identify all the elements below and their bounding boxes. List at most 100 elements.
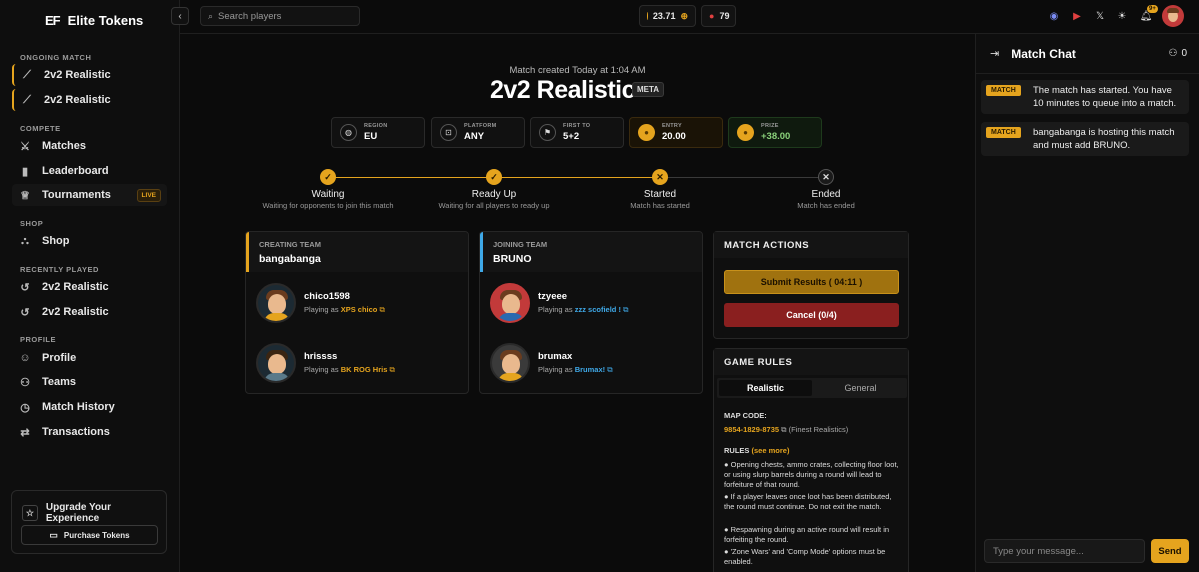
player-row[interactable]: chico1598 Playing as XPS chico ⧉ bbox=[256, 283, 385, 323]
section-ongoing: ONGOING MATCH bbox=[20, 53, 92, 62]
collapse-chat-icon[interactable]: ⇥ bbox=[990, 47, 999, 60]
match-main: Match created Today at 1:04 AM 2v2 Reali… bbox=[180, 34, 975, 572]
sidebar-item-transactions[interactable]: ⇄ Transactions bbox=[12, 421, 167, 443]
points-pill[interactable]: ● 79 bbox=[701, 5, 736, 27]
chat-input[interactable]: Type your message... bbox=[984, 539, 1145, 563]
player-row[interactable]: hrissss Playing as BK ROG Hris ⧉ bbox=[256, 343, 395, 383]
cancel-button[interactable]: Cancel (0/4) bbox=[724, 303, 899, 327]
coin-icon: ● bbox=[638, 124, 655, 141]
submit-results-button[interactable]: Submit Results ( 04:11 ) bbox=[724, 270, 899, 294]
upgrade-card: ☆ Upgrade Your Experience ▭ Purchase Tok… bbox=[11, 490, 167, 554]
info-value: 5+2 bbox=[563, 131, 580, 142]
copy-icon[interactable]: ⧉ bbox=[623, 305, 628, 314]
playing-as-label: Playing as bbox=[304, 305, 339, 314]
brand[interactable]: EF Elite Tokens bbox=[45, 13, 143, 28]
x-twitter-icon[interactable]: 𝕏 bbox=[1092, 8, 1108, 24]
joining-team-card: JOINING TEAM BRUNO tzyeee Playing as zzz… bbox=[479, 231, 703, 394]
sidebar-item-teams[interactable]: ⚇ Teams bbox=[12, 371, 167, 393]
search-icon: ⌕ bbox=[208, 10, 214, 21]
info-platform: ⊡ PLATFORM ANY bbox=[431, 117, 525, 148]
send-button[interactable]: Send bbox=[1151, 539, 1189, 563]
sidebar-item-leaderboard[interactable]: ▮ Leaderboard bbox=[12, 160, 167, 182]
tab-realistic[interactable]: Realistic bbox=[719, 380, 812, 396]
copy-icon[interactable]: ⧉ bbox=[389, 365, 394, 374]
sidebar-item-label: Matches bbox=[42, 140, 87, 152]
info-prize: ● PRIZE +38.00 bbox=[728, 117, 822, 148]
message-tag: MATCH bbox=[986, 127, 1021, 138]
team-name: bangabanga bbox=[259, 253, 321, 265]
star-icon: ☆ bbox=[22, 505, 38, 521]
map-code-label: MAP CODE: bbox=[724, 411, 767, 420]
users-icon: ⚇ bbox=[1168, 48, 1178, 59]
player-row[interactable]: tzyeee Playing as zzz scofield ! ⧉ bbox=[490, 283, 628, 323]
step-sub: Match has started bbox=[630, 201, 690, 210]
sidebar-item-shop[interactable]: ⛬ Shop bbox=[12, 230, 167, 252]
youtube-icon[interactable]: ▶ bbox=[1069, 8, 1085, 24]
player-row[interactable]: brumax Playing as Brumax! ⧉ bbox=[490, 343, 613, 383]
purchase-tokens-button[interactable]: ▭ Purchase Tokens bbox=[21, 525, 158, 545]
globe-icon: ◍ bbox=[340, 124, 357, 141]
sidebar-item-label: 2v2 Realistic bbox=[42, 281, 109, 293]
see-more-link[interactable]: (see more) bbox=[752, 446, 790, 455]
history-icon: ↺ bbox=[20, 281, 30, 294]
transfer-icon: ⇄ bbox=[20, 426, 30, 439]
step-title: Ready Up bbox=[471, 189, 517, 200]
info-value: EU bbox=[364, 131, 378, 142]
card-icon: ▭ bbox=[49, 529, 58, 540]
copy-icon[interactable]: ⧉ bbox=[781, 425, 786, 434]
flag-icon: ⚑ bbox=[539, 124, 556, 141]
sidebar-item-label: Match History bbox=[42, 401, 115, 413]
player-avatar bbox=[490, 343, 530, 383]
copy-icon[interactable]: ⧉ bbox=[379, 305, 384, 314]
sidebar-item-match-history[interactable]: ◷ Match History bbox=[12, 396, 167, 418]
discord-icon[interactable]: ◉ bbox=[1046, 8, 1062, 24]
search-input[interactable]: ⌕ Search players bbox=[200, 6, 360, 26]
sidebar-item-tournaments[interactable]: ♕ Tournaments LIVE bbox=[12, 184, 167, 206]
sidebar-item-ongoing-1[interactable]: ⟋ 2v2 Realistic bbox=[12, 64, 167, 86]
copy-icon[interactable]: ⧉ bbox=[607, 365, 612, 374]
sidebar-item-recent-1[interactable]: ↺ 2v2 Realistic bbox=[12, 276, 167, 298]
sidebar-item-label: Transactions bbox=[42, 426, 110, 438]
step-sub: Waiting for opponents to join this match bbox=[262, 201, 394, 210]
avatar[interactable] bbox=[1162, 5, 1184, 27]
sidebar-item-label: 2v2 Realistic bbox=[42, 306, 109, 318]
step-ready-check-icon: ✓ bbox=[486, 169, 502, 185]
section-recent: RECENTLY PLAYED bbox=[20, 265, 99, 274]
coin-icon bbox=[647, 12, 648, 20]
rules-heading: RULES (see more) bbox=[724, 446, 902, 456]
player-ign: zzz scofield ! bbox=[574, 305, 621, 314]
info-entry: ● ENTRY 20.00 bbox=[629, 117, 723, 148]
notification-badge: 9+ bbox=[1147, 5, 1158, 13]
points-value: 79 bbox=[719, 11, 730, 21]
playing-as-label: Playing as bbox=[538, 365, 573, 374]
message-text: The match has started. You have 10 minut… bbox=[1033, 85, 1177, 109]
chevron-left-icon: ‹ bbox=[178, 10, 182, 22]
sidebar-item-label: Tournaments bbox=[42, 189, 111, 201]
step-sub: Match has ended bbox=[797, 201, 855, 210]
step-ended-x-icon: ✕ bbox=[818, 169, 834, 185]
collapse-sidebar-button[interactable]: ‹ bbox=[171, 7, 189, 25]
sidebar-item-recent-2[interactable]: ↺ 2v2 Realistic bbox=[12, 301, 167, 323]
live-badge: LIVE bbox=[136, 188, 161, 202]
match-created: Match created Today at 1:04 AM bbox=[509, 65, 646, 76]
sidebar-item-label: Leaderboard bbox=[42, 165, 109, 177]
team-label: CREATING TEAM bbox=[259, 240, 321, 249]
balance-pill[interactable]: 23.71 ⊕ bbox=[639, 5, 696, 27]
info-label: FIRST TO bbox=[563, 123, 591, 129]
sidebar: EF Elite Tokens ONGOING MATCH ⟋ 2v2 Real… bbox=[0, 0, 180, 572]
sidebar-item-ongoing-2[interactable]: ⟋ 2v2 Realistic bbox=[12, 89, 167, 111]
match-actions-card: MATCH ACTIONS Submit Results ( 04:11 ) C… bbox=[713, 231, 909, 339]
message-text: bangabanga is hosting this match and mus… bbox=[1033, 127, 1175, 151]
map-note: (Finest Realistics) bbox=[788, 425, 849, 434]
rule-item: ● If a player leaves once loot has been … bbox=[724, 492, 892, 511]
tab-general[interactable]: General bbox=[814, 378, 907, 398]
sidebar-item-profile[interactable]: ☺ Profile bbox=[12, 347, 167, 369]
progress-line-pending bbox=[660, 177, 826, 178]
theme-toggle-icon[interactable]: ☀ bbox=[1114, 8, 1130, 24]
chat-message: MATCH The match has started. You have 10… bbox=[981, 80, 1189, 114]
coin-icon: ● bbox=[737, 124, 754, 141]
player-name: tzyeee bbox=[538, 291, 568, 302]
player-avatar bbox=[256, 283, 296, 323]
sidebar-item-label: Profile bbox=[42, 352, 77, 364]
sidebar-item-matches[interactable]: ⚔ Matches bbox=[12, 135, 167, 157]
